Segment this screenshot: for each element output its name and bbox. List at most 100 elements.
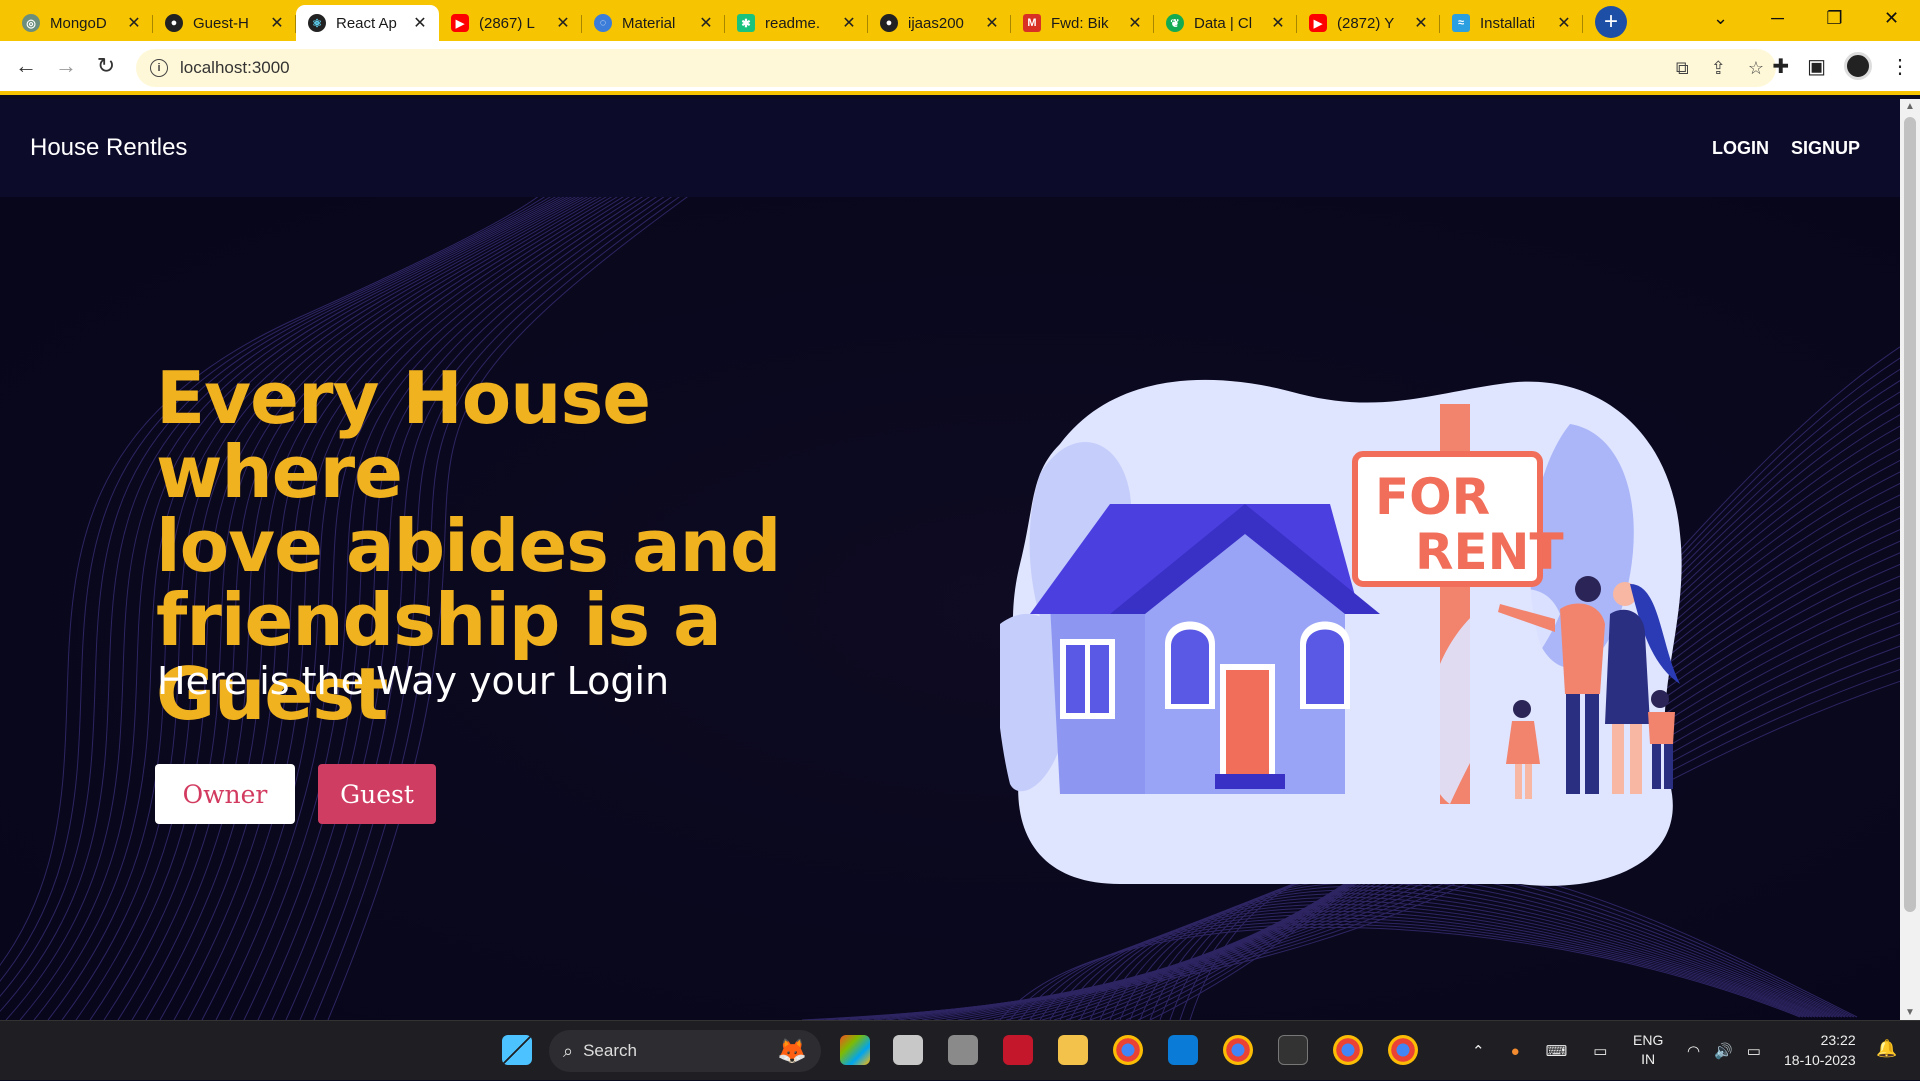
taskbar-clock[interactable]: 23:22 18-10-2023 <box>1784 1030 1856 1070</box>
chrome-profile-icon[interactable] <box>1333 1035 1363 1065</box>
tab-readme[interactable]: ✱ readme. ✕ <box>725 5 868 41</box>
profile-avatar[interactable] <box>1844 52 1872 80</box>
tab-gmail[interactable]: M Fwd: Bik ✕ <box>1011 5 1154 41</box>
search-icon: ⌕ <box>563 1040 574 1061</box>
close-tab-icon[interactable]: ✕ <box>1126 13 1144 33</box>
keyboard-icon[interactable]: ⌨ <box>1546 1042 1568 1060</box>
owner-button[interactable]: Owner <box>155 764 295 824</box>
close-tab-icon[interactable]: ✕ <box>1412 13 1430 33</box>
close-tab-icon[interactable]: ✕ <box>1269 13 1287 33</box>
settings-app-icon[interactable] <box>948 1035 978 1065</box>
tab-material[interactable]: ◌ Material ✕ <box>582 5 725 41</box>
menu-icon[interactable]: ⋮ <box>1890 54 1910 79</box>
microphone-icon[interactable]: ● <box>1511 1043 1520 1060</box>
taskbar-search[interactable]: ⌕ Search 🦊 <box>549 1030 821 1072</box>
react-icon: ⚛ <box>308 14 326 32</box>
login-link[interactable]: LOGIN <box>1712 138 1769 159</box>
site-info-icon[interactable]: i <box>150 59 168 77</box>
windows-start-icon[interactable] <box>502 1035 532 1065</box>
tab-installation[interactable]: ≈ Installati ✕ <box>1440 5 1583 41</box>
restore-icon[interactable]: ❐ <box>1806 8 1863 29</box>
share-icon[interactable]: ⇪ <box>1711 58 1726 79</box>
sign-text: RENT <box>1415 523 1564 581</box>
nav-links: LOGIN SIGNUP <box>1712 138 1860 159</box>
notification-bell-icon[interactable]: 🔔 <box>1876 1039 1897 1059</box>
for-rent-house-illustration: FOR RENT <box>1000 379 1682 886</box>
signup-link[interactable]: SIGNUP <box>1791 138 1860 159</box>
site-navbar: House Rentles LOGIN SIGNUP <box>0 99 1900 197</box>
mongodb-icon: ◎ <box>22 14 40 32</box>
clock-time: 23:22 <box>1820 1032 1856 1048</box>
show-hidden-icons-icon[interactable]: ⌃ <box>1472 1042 1485 1060</box>
new-tab-button[interactable]: + <box>1595 6 1627 38</box>
language-indicator[interactable]: ENG IN <box>1633 1031 1663 1069</box>
side-panel-icon[interactable]: ▣ <box>1807 54 1826 79</box>
close-tab-icon[interactable]: ✕ <box>697 13 715 33</box>
close-tab-icon[interactable]: ✕ <box>411 13 429 33</box>
open-in-app-icon[interactable]: ⧉ <box>1676 58 1689 79</box>
mongodb-leaf-icon: ❦ <box>1166 14 1184 32</box>
close-tab-icon[interactable]: ✕ <box>554 13 572 33</box>
chrome-icon[interactable] <box>1113 1035 1143 1065</box>
volume-icon[interactable]: 🔊 <box>1714 1042 1733 1060</box>
region-code: IN <box>1641 1051 1656 1067</box>
bookmark-star-icon[interactable]: ☆ <box>1748 58 1764 79</box>
hero-subtitle: Here is the Way your Login <box>157 659 670 703</box>
close-tab-icon[interactable]: ✕ <box>125 13 143 33</box>
url-text[interactable]: localhost:3000 <box>180 58 290 78</box>
brand-logo-text[interactable]: House Rentles <box>30 134 187 162</box>
task-view-icon[interactable] <box>893 1035 923 1065</box>
youtube-icon: ▶ <box>451 14 469 32</box>
copilot-icon[interactable] <box>840 1035 870 1065</box>
hero-title-line: love abides and <box>156 504 781 588</box>
close-tab-icon[interactable]: ✕ <box>840 13 858 33</box>
tab-search-icon[interactable]: ⌄ <box>1692 8 1749 29</box>
tab-title: ijaas200 <box>908 14 964 32</box>
close-tab-icon[interactable]: ✕ <box>268 13 286 33</box>
tab-youtube-1[interactable]: ▶ (2867) L ✕ <box>439 5 582 41</box>
tab-github-guest[interactable]: ● Guest-H ✕ <box>153 5 296 41</box>
github-icon: ● <box>165 14 183 32</box>
spiderman-app-icon[interactable] <box>1003 1035 1033 1065</box>
tab-youtube-2[interactable]: ▶ (2872) Y ✕ <box>1297 5 1440 41</box>
scrollbar-thumb[interactable] <box>1904 117 1916 912</box>
vscode-icon[interactable] <box>1168 1035 1198 1065</box>
scroll-down-icon[interactable]: ▼ <box>1900 1007 1920 1018</box>
tab-data-cloud[interactable]: ❦ Data | Cl ✕ <box>1154 5 1297 41</box>
system-tray: ⌃ ● ⌨ ▭ <box>1472 1021 1607 1081</box>
clock-date: 18-10-2023 <box>1784 1052 1856 1068</box>
material-icon: ◌ <box>594 14 612 32</box>
chrome-profile-icon[interactable] <box>1223 1035 1253 1065</box>
wifi-icon[interactable]: ◠ <box>1687 1042 1700 1060</box>
reload-icon[interactable]: ↻ <box>86 53 126 79</box>
tab-react-app[interactable]: ⚛ React Ap ✕ <box>296 5 439 41</box>
close-tab-icon[interactable]: ✕ <box>983 13 1001 33</box>
back-icon[interactable]: ← <box>6 53 46 79</box>
windows-taskbar: ⌕ Search 🦊 ⌃ ● ⌨ ▭ ENG IN ◠ 🔊 ▭ 23:22 18… <box>0 1020 1920 1080</box>
close-window-icon[interactable]: ✕ <box>1863 8 1920 29</box>
forward-icon[interactable]: → <box>46 53 86 79</box>
page-scrollbar[interactable]: ▲ ▼ <box>1900 99 1920 1020</box>
close-tab-icon[interactable]: ✕ <box>1555 13 1573 33</box>
extensions-icon[interactable]: ✚ <box>1772 54 1789 79</box>
docs-icon: ≈ <box>1452 14 1470 32</box>
scroll-up-icon[interactable]: ▲ <box>1900 101 1920 112</box>
chrome-profile-icon[interactable] <box>1388 1035 1418 1065</box>
search-highlight-icon: 🦊 <box>777 1037 807 1065</box>
omnibox-actions: ⧉ ⇪ ☆ <box>1676 49 1764 87</box>
door-step <box>1215 774 1285 789</box>
display-icon[interactable]: ▭ <box>1593 1042 1607 1060</box>
guest-button[interactable]: Guest <box>318 764 436 824</box>
terminal-icon[interactable] <box>1278 1035 1308 1065</box>
tab-title: (2867) L <box>479 14 535 32</box>
window-controls: ⌄ ─ ❐ ✕ <box>1692 0 1920 36</box>
battery-icon[interactable]: ▭ <box>1747 1042 1761 1060</box>
file-explorer-icon[interactable] <box>1058 1035 1088 1065</box>
minimize-icon[interactable]: ─ <box>1749 8 1806 29</box>
address-bar[interactable]: i localhost:3000 ⧉ ⇪ ☆ <box>136 49 1776 87</box>
status-icons: ◠ 🔊 ▭ <box>1687 1021 1761 1081</box>
address-toolbar: ← → ↻ i localhost:3000 ⧉ ⇪ ☆ ✚ ▣ ⋮ <box>0 41 1920 95</box>
page-viewport: House Rentles LOGIN SIGNUP Every House w… <box>0 99 1900 1020</box>
tab-mongodb[interactable]: ◎ MongoD ✕ <box>10 5 153 41</box>
tab-github-ijaas[interactable]: ● ijaas200 ✕ <box>868 5 1011 41</box>
